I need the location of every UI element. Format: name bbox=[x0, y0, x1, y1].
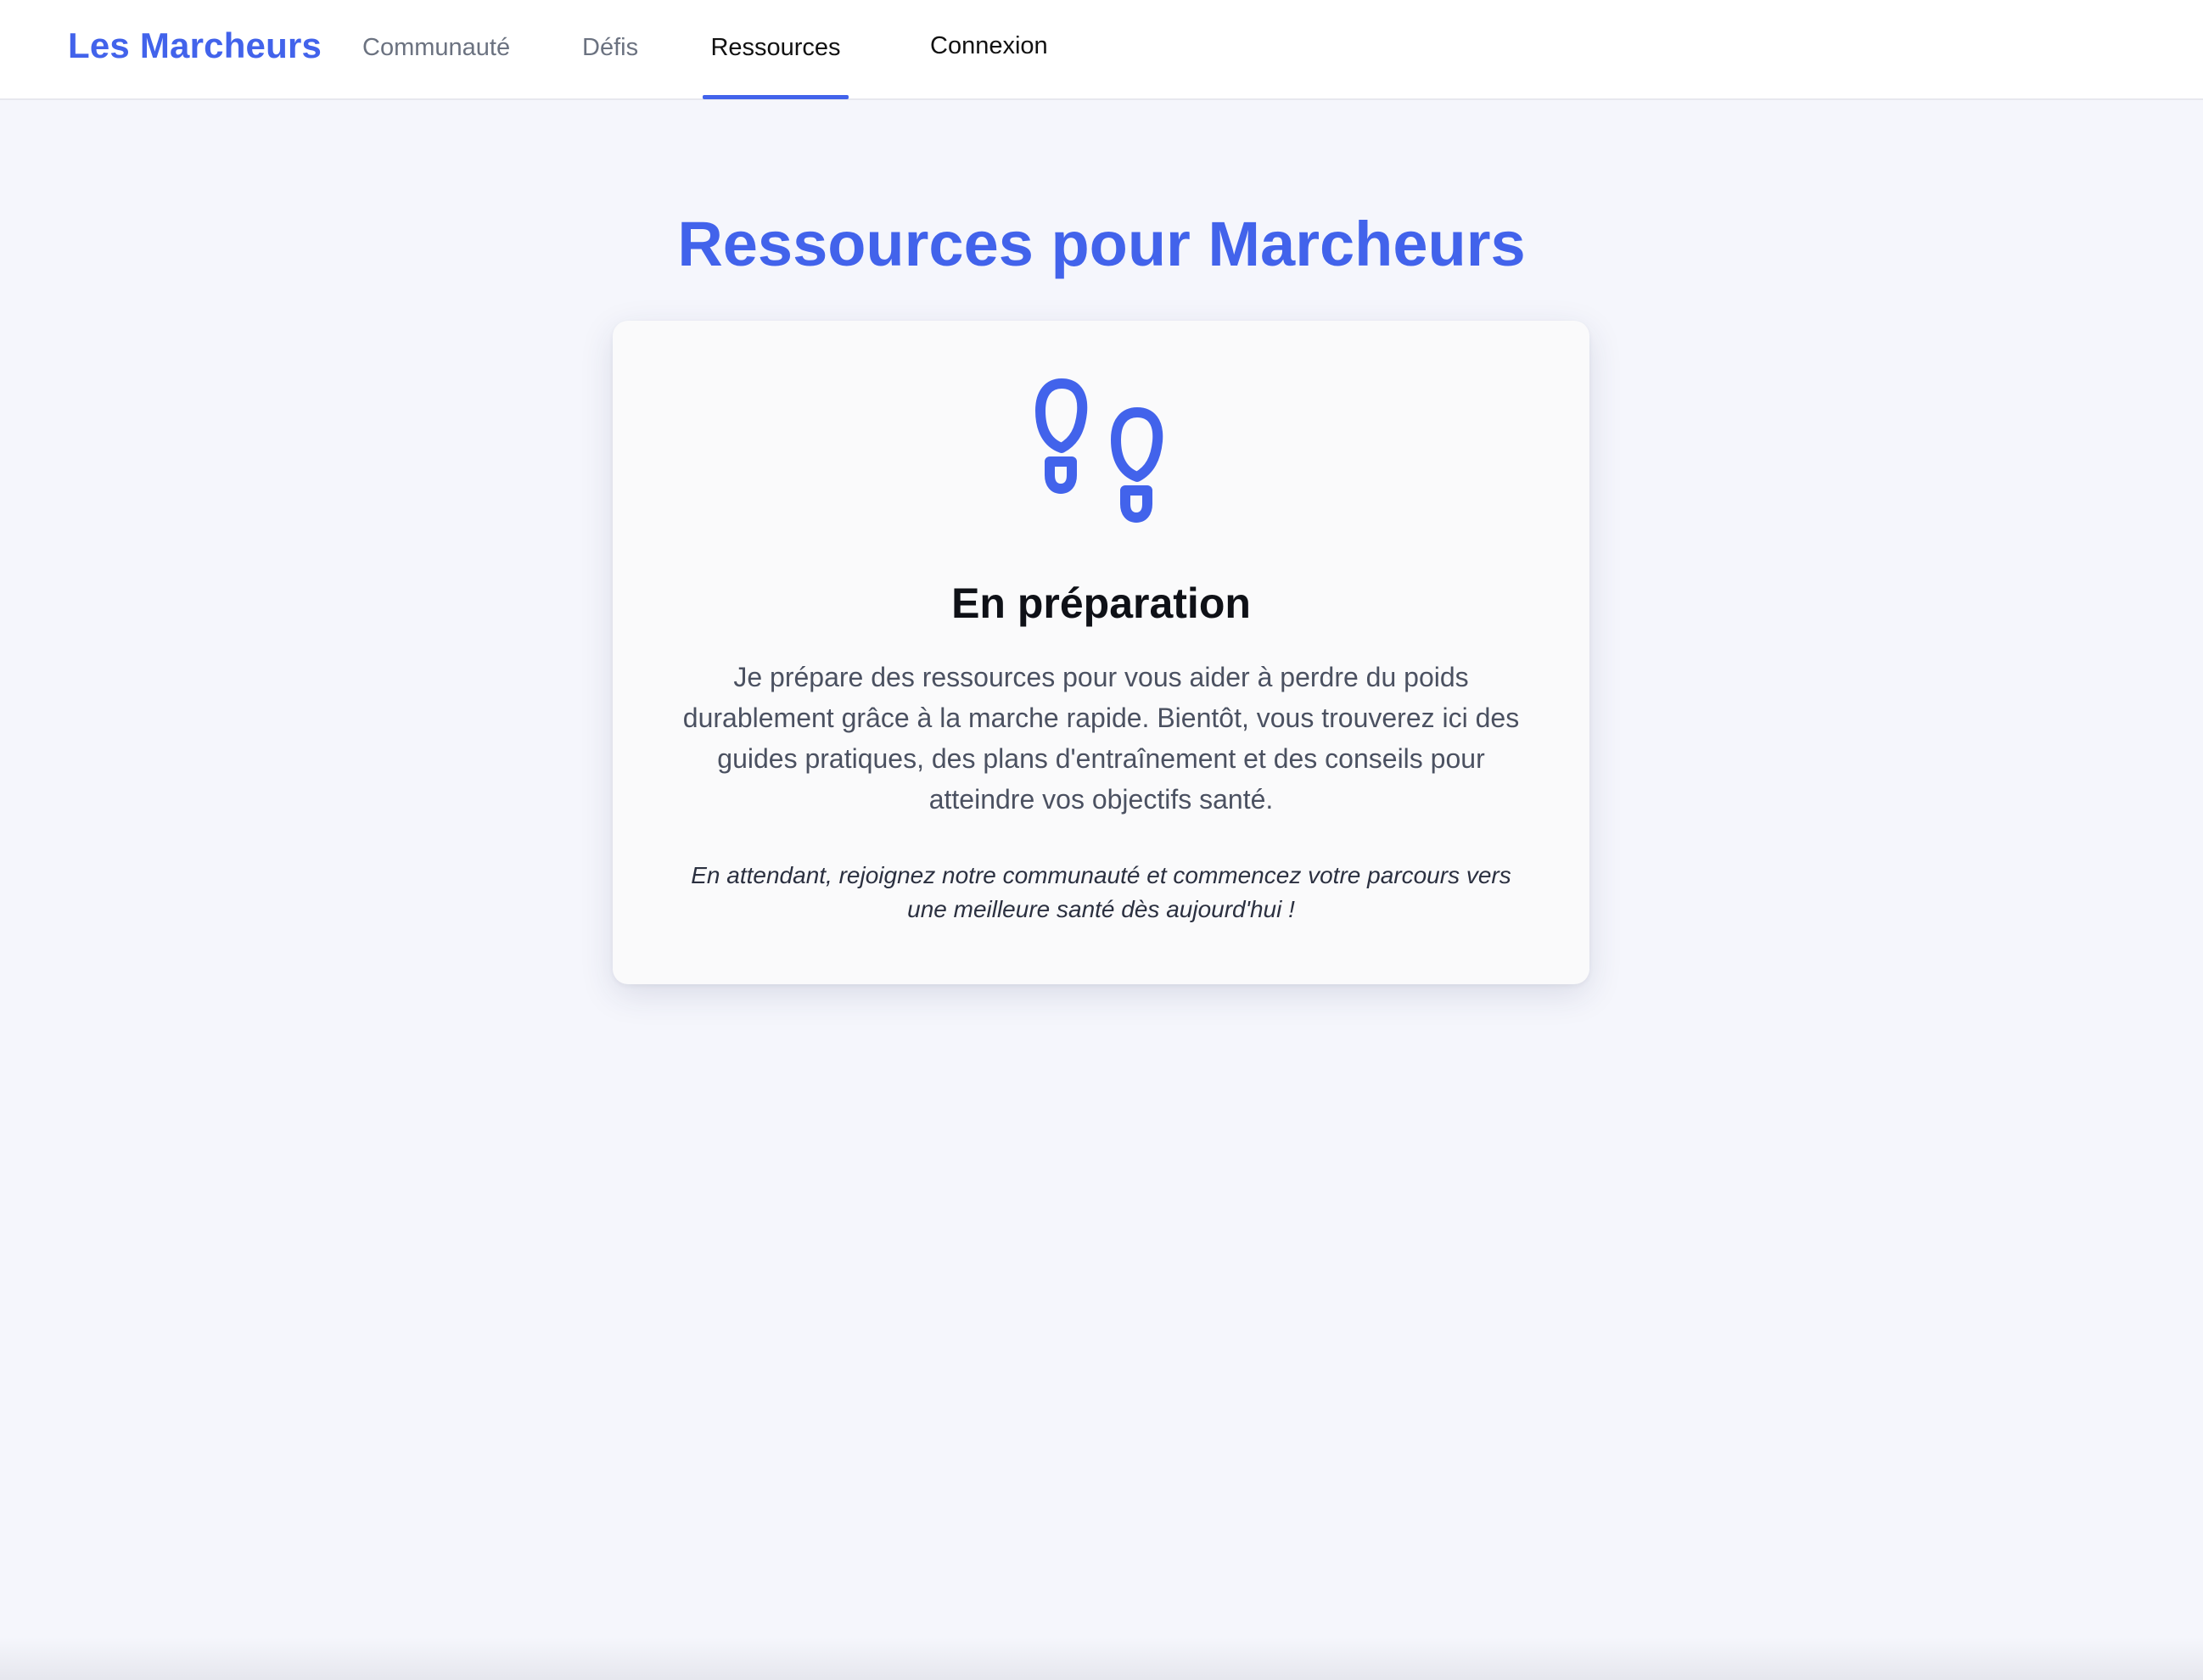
nav-link-communaute[interactable]: Communauté bbox=[362, 31, 510, 64]
card-description: Je prépare des ressources pour vous aide… bbox=[682, 662, 1520, 815]
nav-link-ressources[interactable]: Ressources bbox=[703, 31, 849, 64]
card-note: En attendant, rejoignez notre communauté… bbox=[691, 862, 1511, 922]
active-tab-indicator bbox=[703, 95, 849, 99]
coming-soon-card: En préparation Je prépare des ressources… bbox=[613, 321, 1589, 984]
page-title: Ressources pour Marcheurs bbox=[677, 209, 1526, 279]
top-navbar: Les Marcheurs Communauté Défis Ressource… bbox=[0, 0, 2203, 100]
footsteps-icon bbox=[1035, 378, 1163, 523]
login-link[interactable]: Connexion bbox=[930, 29, 1048, 63]
brand-logo-link[interactable]: Les Marcheurs bbox=[68, 22, 322, 70]
bottom-edge-shadow bbox=[0, 1638, 2203, 1680]
card-heading: En préparation bbox=[951, 580, 1251, 627]
nav-link-defis[interactable]: Défis bbox=[582, 31, 638, 64]
